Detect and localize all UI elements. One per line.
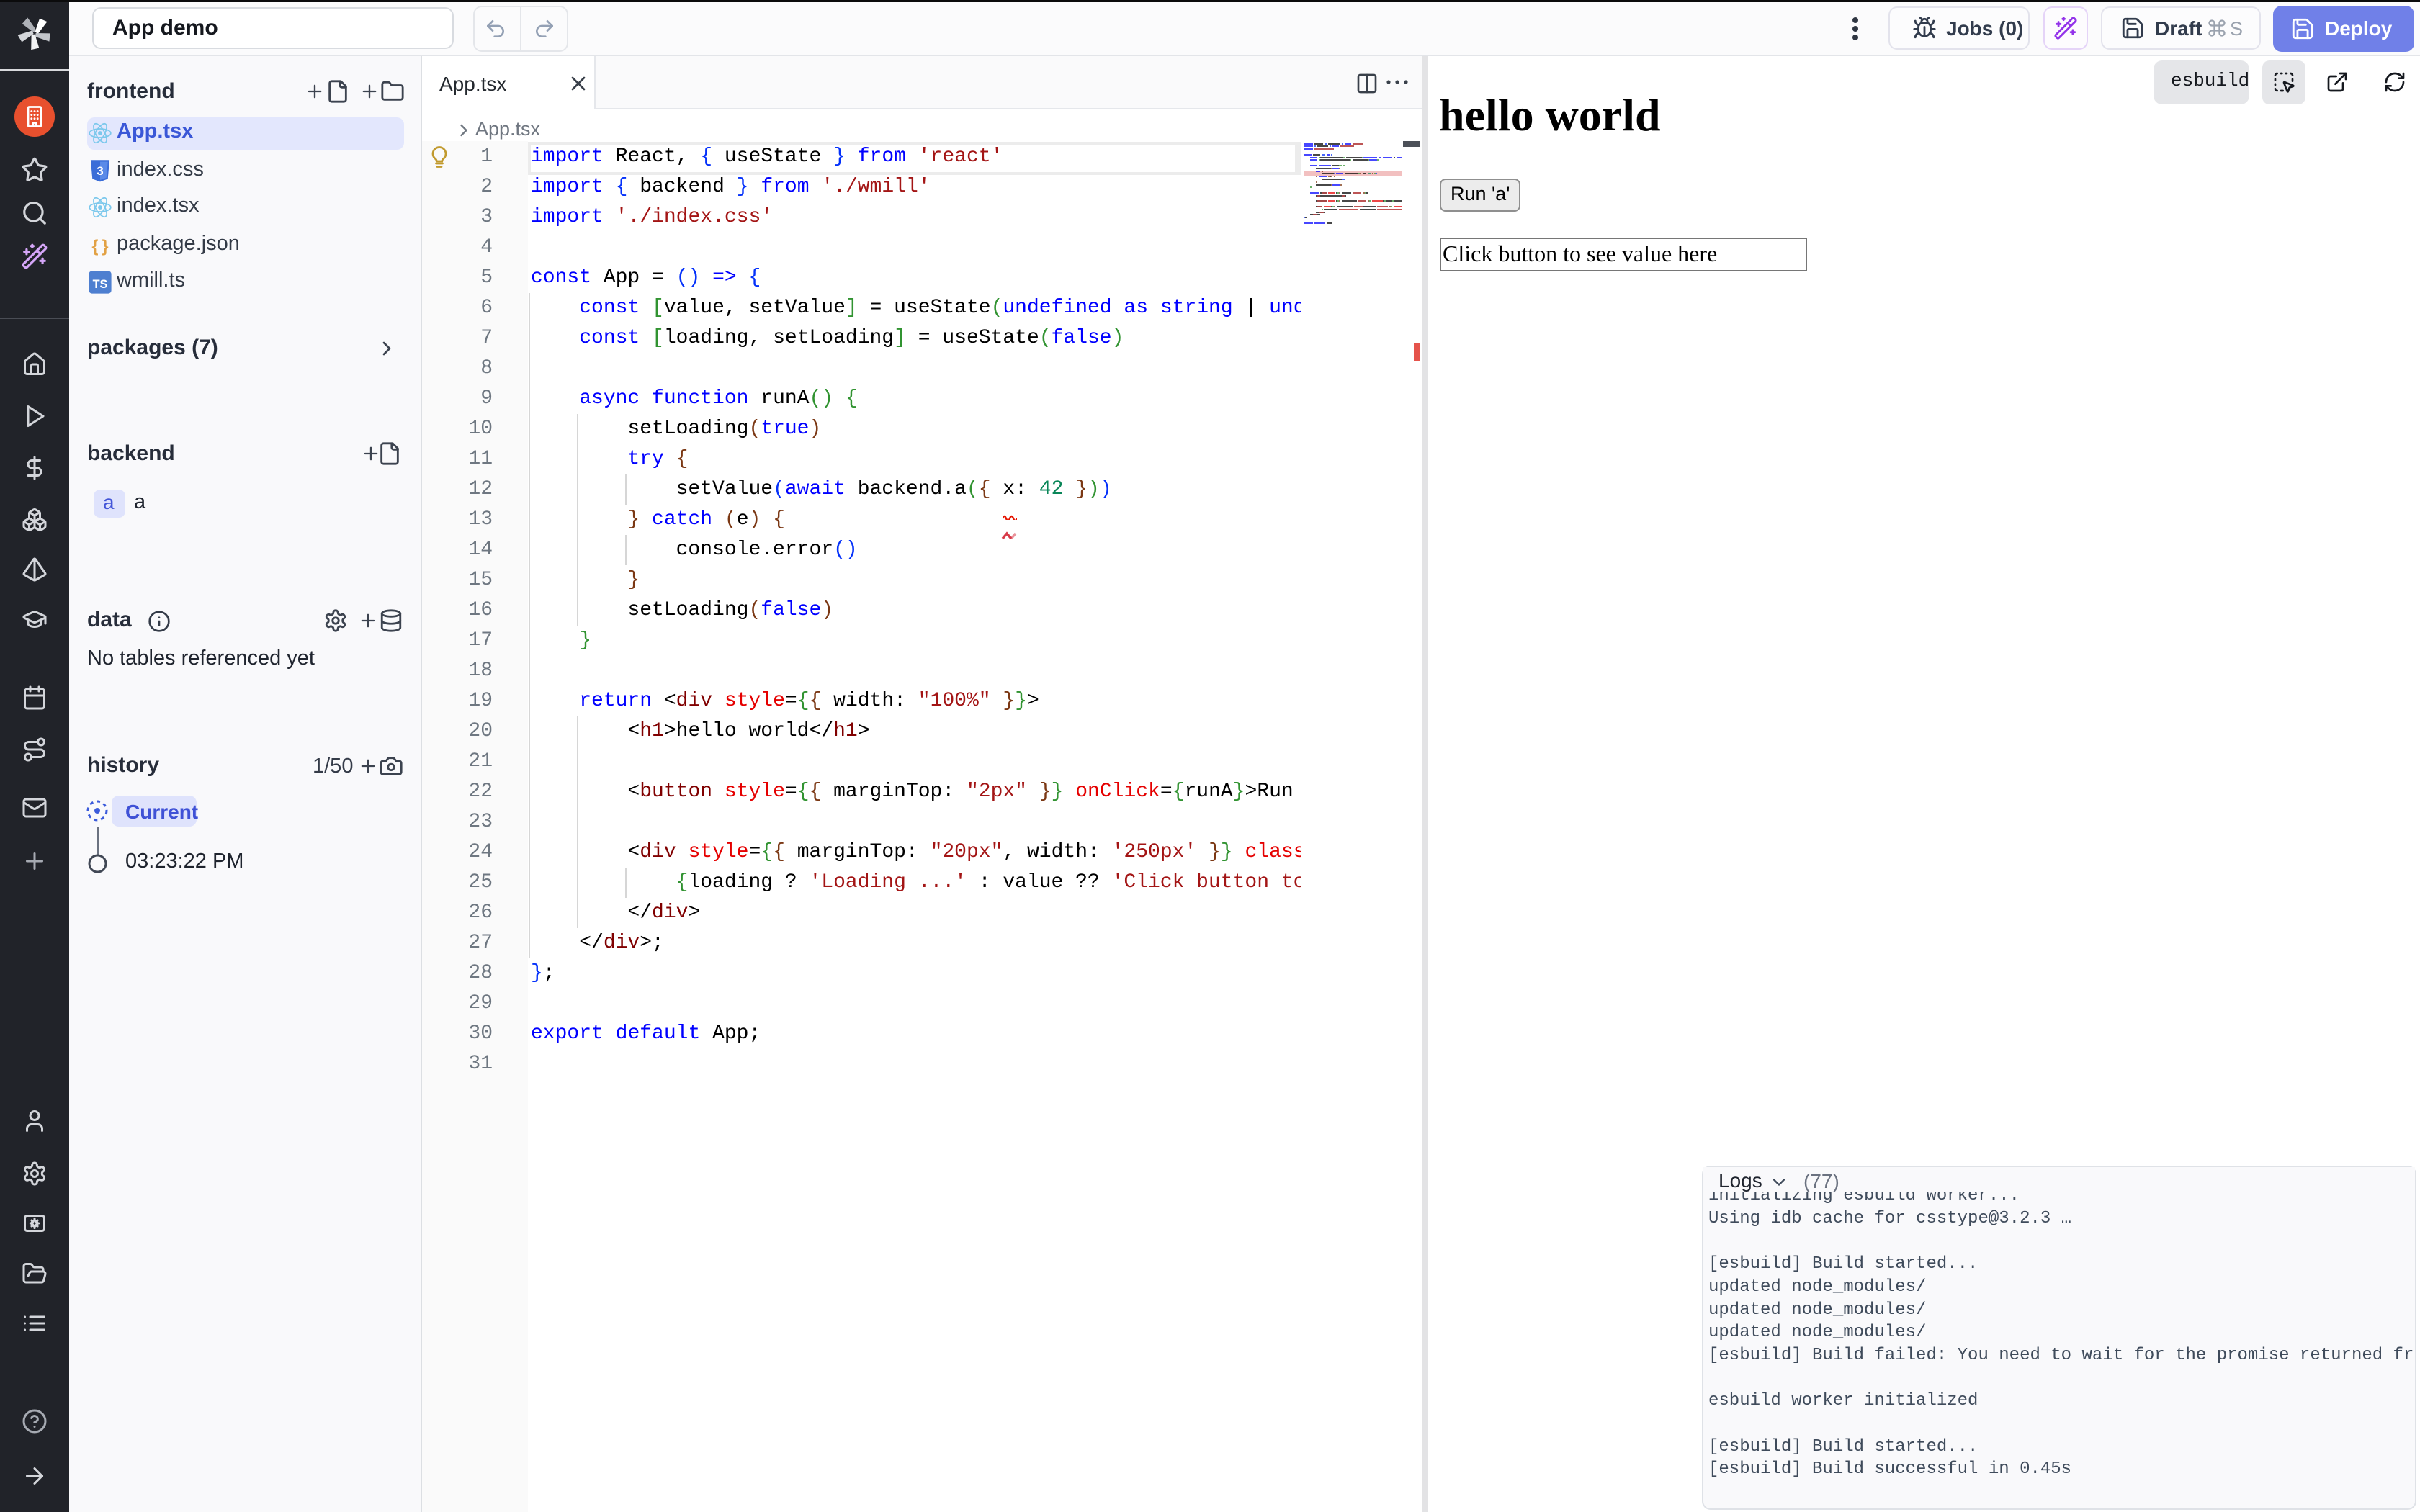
svg-text:{: { bbox=[91, 237, 98, 256]
svg-text:3: 3 bbox=[97, 164, 103, 178]
svg-text:TS: TS bbox=[93, 278, 108, 291]
svg-text:}: } bbox=[102, 237, 109, 256]
